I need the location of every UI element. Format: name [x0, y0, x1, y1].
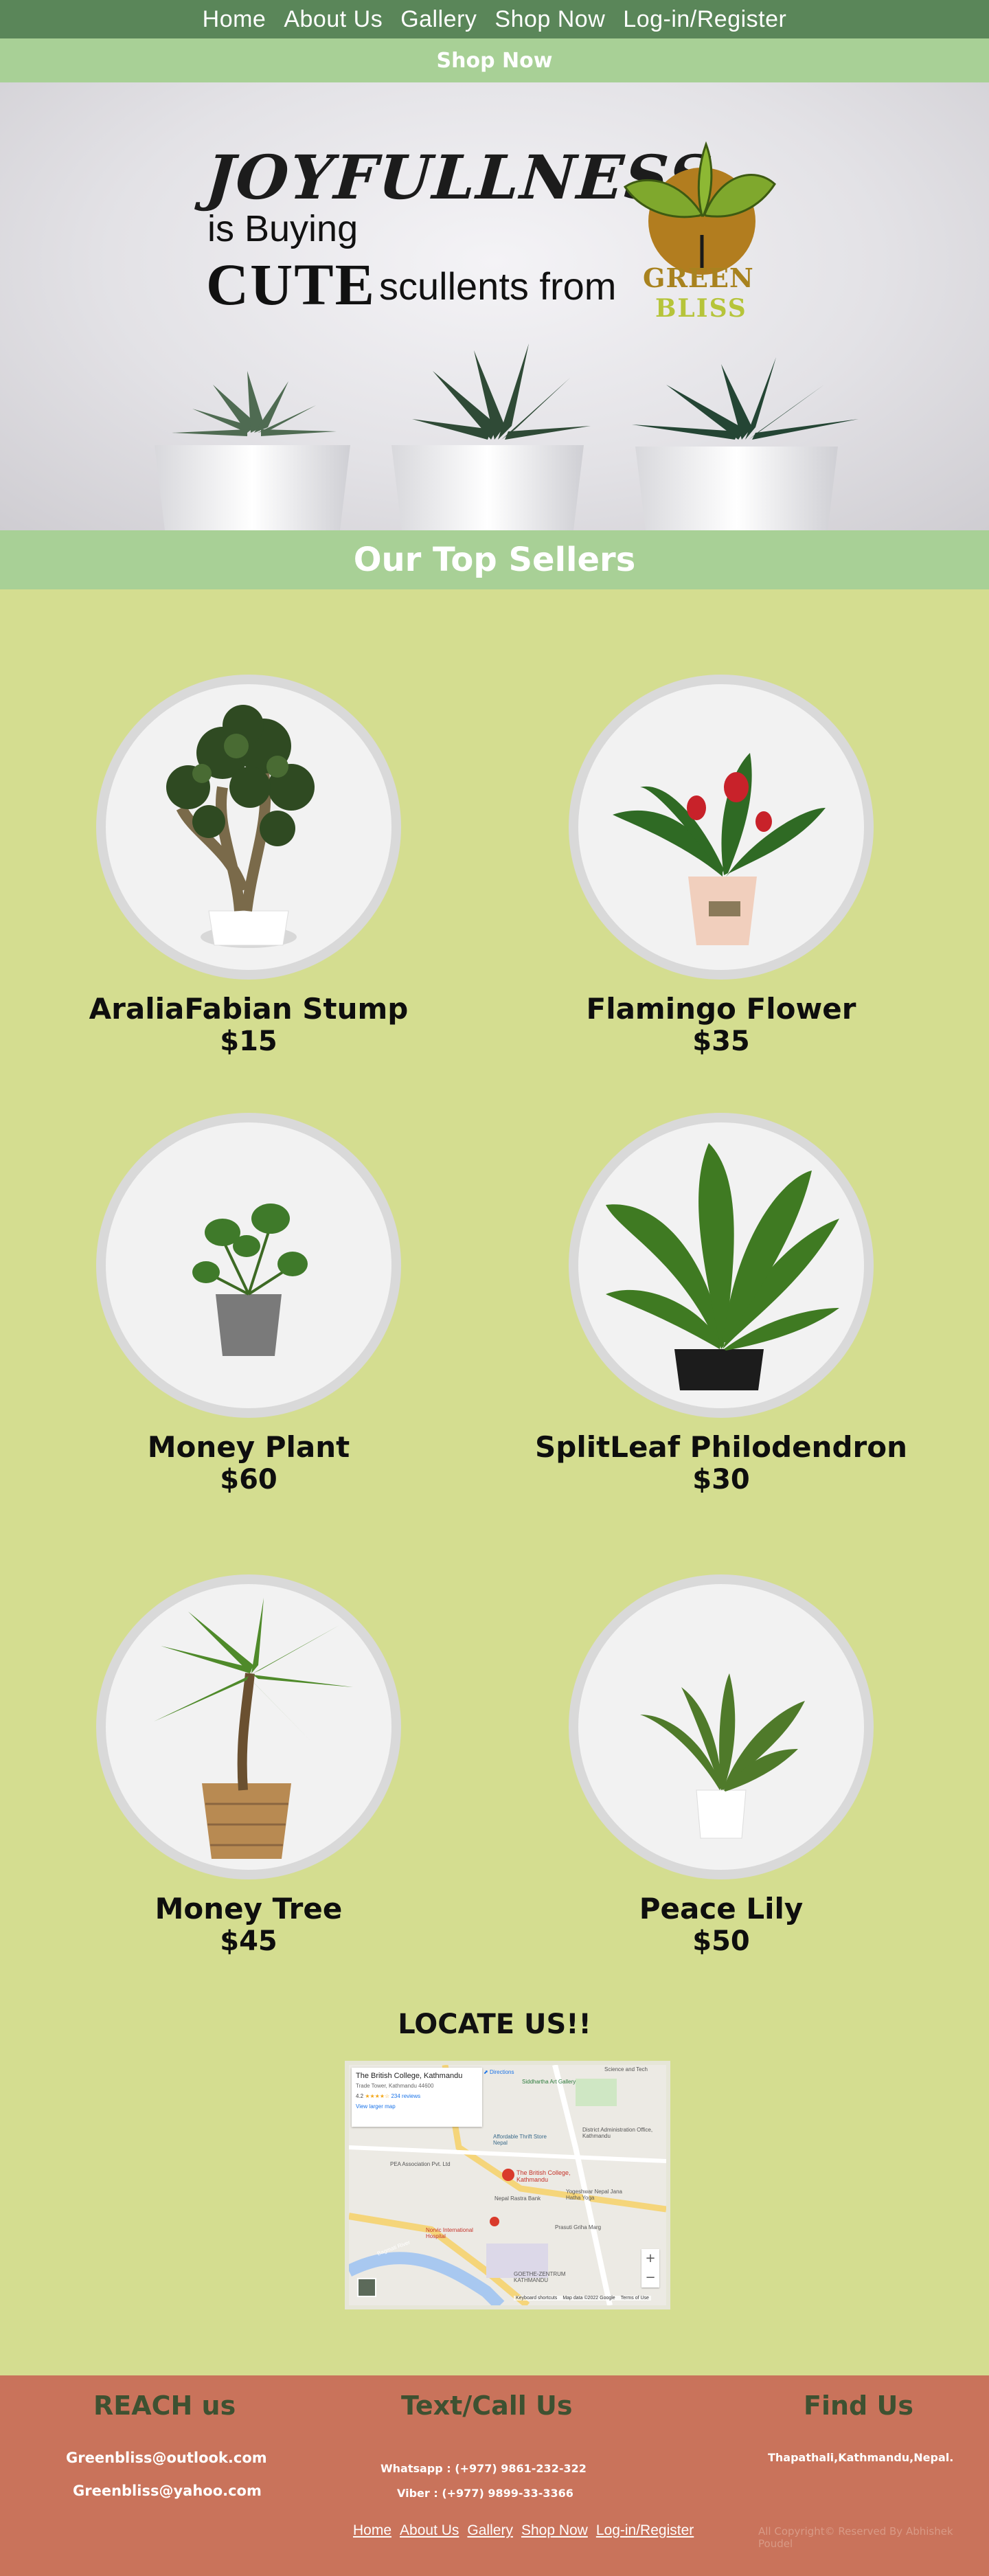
email-link[interactable]: Greenbliss@yahoo.com — [73, 2483, 262, 2499]
product-name: SplitLeaf Philodendron — [535, 1430, 907, 1464]
map-zoom-controls: + − — [641, 2249, 659, 2287]
map-label: District Administration Office, Kathmand… — [582, 2127, 653, 2139]
product-image-peace-lily[interactable] — [569, 1574, 874, 1879]
nav-shop-link[interactable]: Shop Now — [494, 6, 605, 33]
brand-word-bliss: BLISS — [655, 294, 747, 323]
product-card[interactable]: Flamingo Flower $35 — [529, 675, 913, 1057]
viber-number: Viber : (+977) 9899-33-3366 — [397, 2487, 573, 2500]
product-card[interactable]: Money Plant $60 — [56, 1113, 441, 1495]
product-card[interactable]: Money Tree $45 — [56, 1574, 441, 1957]
map-place-address: Trade Tower, Kathmandu 44600 — [356, 2083, 434, 2089]
nav-home-link[interactable]: Home — [203, 6, 266, 33]
hero-subline: is Buying — [207, 208, 359, 249]
map-label: Science and Tech — [604, 2066, 648, 2072]
find-us-heading: Find Us — [804, 2391, 913, 2421]
satellite-toggle-icon[interactable] — [357, 2278, 376, 2297]
product-card[interactable]: Peace Lily $50 — [529, 1574, 913, 1957]
map-keyboard-shortcuts[interactable]: Keyboard shortcuts — [516, 2296, 557, 2301]
address-text: Thapathali,Kathmandu,Nepal. — [768, 2451, 954, 2464]
footer-shop-link[interactable]: Shop Now — [521, 2522, 588, 2539]
map-info-card: The British College, Kathmandu Trade Tow… — [352, 2068, 482, 2127]
hero-cute-word: CUTE — [206, 251, 376, 317]
top-nav: Home About Us Gallery Shop Now Log-in/Re… — [0, 0, 989, 38]
product-image-flamingo[interactable] — [569, 675, 874, 980]
top-sellers-title: Our Top Sellers — [353, 541, 636, 579]
shop-now-bar[interactable]: Shop Now — [0, 38, 989, 82]
map-label: Siddhartha Art Gallery — [522, 2079, 576, 2085]
copyright-text: All Copyright© Reserved By Abhishek Poud… — [758, 2525, 953, 2550]
product-image-splitleaf[interactable] — [569, 1113, 874, 1418]
top-sellers-header: Our Top Sellers — [0, 530, 989, 589]
email-link[interactable]: Greenbliss@outlook.com — [66, 2450, 267, 2466]
footer-gallery-link[interactable]: Gallery — [467, 2522, 513, 2539]
map-attribution: Keyboard shortcuts Map data ©2022 Google… — [514, 2296, 651, 2301]
product-card[interactable]: AraliaFabian Stump $15 — [56, 675, 441, 1057]
nav-login-link[interactable]: Log-in/Register — [623, 6, 786, 33]
map-label: PEA Association Pvt. Ltd — [390, 2161, 451, 2167]
hero-banner: JOYFULLNESS is Buying CUTE scullents fro… — [0, 82, 989, 530]
directions-icon: ⬈ — [484, 2069, 488, 2075]
shop-now-label[interactable]: Shop Now — [437, 49, 553, 73]
footer-login-link[interactable]: Log-in/Register — [596, 2522, 694, 2539]
hero-tagline: scullents from — [379, 264, 617, 308]
product-price: $45 — [220, 1925, 277, 1957]
product-price: $50 — [692, 1925, 750, 1957]
map-pin-label: The British College, Kathmandu — [516, 2169, 571, 2183]
product-price: $35 — [692, 1026, 750, 1057]
map-label: Norvic International Hospital — [426, 2227, 473, 2239]
product-name: Flamingo Flower — [586, 992, 856, 1026]
map-place-name: The British College, Kathmandu — [356, 2072, 463, 2080]
product-image-money-plant[interactable] — [96, 1113, 401, 1418]
map-label: GOETHE-ZENTRUM KATHMANDU — [514, 2271, 566, 2283]
product-image-money-tree[interactable] — [96, 1574, 401, 1879]
map-label: Nepal Rastra Bank — [494, 2195, 541, 2202]
map-directions-button[interactable]: ⬈ Directions — [484, 2069, 514, 2075]
site-footer: REACH us Greenbliss@outlook.com Greenbli… — [0, 2375, 989, 2576]
product-name: AraliaFabian Stump — [89, 992, 409, 1026]
map-label: Yogeshwar Nepal Jana Hatha Yoga — [566, 2189, 622, 2201]
product-price: $60 — [220, 1464, 277, 1495]
nav-gallery-link[interactable]: Gallery — [400, 6, 477, 33]
locate-us-heading: LOCATE US!! — [398, 2009, 591, 2040]
product-name: Peace Lily — [639, 1892, 804, 1925]
embedded-map[interactable]: The British College, Kathmandu Trade Tow… — [345, 2061, 670, 2309]
nav-about-link[interactable]: About Us — [284, 6, 383, 33]
map-terms-link[interactable]: Terms of Use — [621, 2296, 649, 2301]
star-rating-icon: ★★★★☆ — [365, 2093, 390, 2099]
map-view-larger-link[interactable]: View larger map — [356, 2103, 478, 2110]
footer-about-link[interactable]: About Us — [400, 2522, 459, 2539]
product-name: Money Plant — [147, 1430, 350, 1464]
whatsapp-number: Whatsapp : (+977) 9861-232-322 — [380, 2462, 587, 2475]
map-directions-label: Directions — [489, 2069, 514, 2075]
succulent-pots-image — [155, 343, 859, 530]
product-name: Money Tree — [155, 1892, 343, 1925]
product-price: $30 — [692, 1464, 750, 1495]
map-rating: 4.2 — [356, 2093, 364, 2099]
map-label: Prasuti Griha Marg — [555, 2224, 602, 2230]
brand-word-green: GREEN — [643, 262, 754, 293]
map-reviews-link[interactable]: 234 reviews — [391, 2093, 420, 2099]
map-data-credit: Map data ©2022 Google — [562, 2296, 615, 2301]
zoom-in-button[interactable]: + — [641, 2249, 659, 2268]
text-call-heading: Text/Call Us — [401, 2391, 573, 2421]
reach-us-heading: REACH us — [93, 2391, 236, 2421]
product-image-aralia[interactable] — [96, 675, 401, 980]
footer-nav: Home About Us Gallery Shop Now Log-in/Re… — [353, 2522, 694, 2539]
zoom-out-button[interactable]: − — [641, 2268, 659, 2287]
product-card[interactable]: SplitLeaf Philodendron $30 — [529, 1113, 913, 1495]
map-label: Affordable Thrift Store Nepal — [493, 2134, 547, 2146]
footer-home-link[interactable]: Home — [353, 2522, 391, 2539]
product-price: $15 — [220, 1026, 277, 1057]
